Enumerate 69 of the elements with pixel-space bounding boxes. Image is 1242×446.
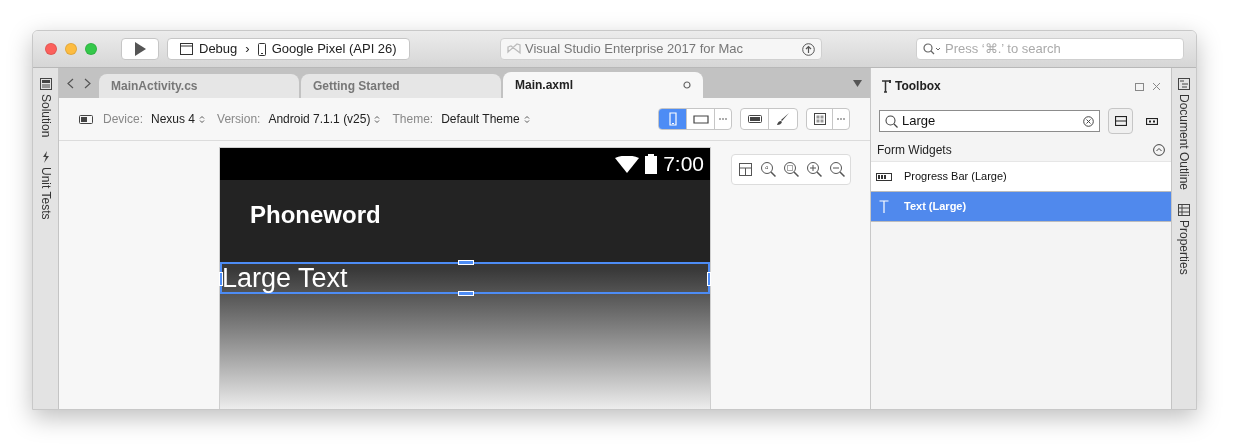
visual-studio-icon <box>507 42 521 56</box>
pad-tab[interactable]: Properties <box>1175 204 1193 275</box>
resize-handle[interactable] <box>707 272 711 286</box>
dropdown-icon[interactable] <box>853 79 862 87</box>
solution-icon <box>39 78 52 90</box>
device-label: Google Pixel (API 26) <box>271 40 397 59</box>
zoom-fit-icon[interactable] <box>759 161 777 178</box>
setting-dropdown[interactable]: Default Theme <box>441 110 530 128</box>
device-icon <box>79 114 93 124</box>
toolbox-icon <box>881 79 891 93</box>
maximize-icon[interactable] <box>1135 81 1144 91</box>
pad-tab[interactable]: Unit Tests <box>36 151 55 220</box>
setting-dropdown[interactable]: Android 7.1.1 (v25) <box>268 110 381 128</box>
stepper-icon <box>523 114 530 124</box>
outline-icon <box>1178 78 1190 90</box>
setting-label: Device: <box>103 111 143 128</box>
search-icon <box>923 43 941 55</box>
window-control-button[interactable] <box>45 43 57 55</box>
status-text: Visual Studio Enterprise 2017 for Mac <box>525 40 744 59</box>
app-title: Phoneword <box>250 200 381 230</box>
stepper-icon <box>199 114 206 124</box>
close-icon[interactable] <box>1152 81 1161 91</box>
layout-icon[interactable] <box>736 161 754 178</box>
text-icon <box>879 200 889 213</box>
zoom-in-icon[interactable] <box>805 161 823 178</box>
play-icon <box>134 42 146 56</box>
search-icon <box>885 114 898 128</box>
setting-label: Theme: <box>392 111 434 128</box>
window-icon <box>180 43 193 55</box>
search-field[interactable]: Large <box>879 110 1100 132</box>
phone-icon <box>257 42 266 56</box>
widget-icon <box>747 115 762 123</box>
battery-icon <box>645 154 658 174</box>
editor-tab[interactable]: MainActivity.cs <box>99 74 299 98</box>
progress-bar-icon <box>876 172 892 181</box>
clear-icon[interactable] <box>1082 115 1094 127</box>
resize-handle[interactable] <box>219 272 223 286</box>
list-view-icon <box>1114 116 1127 126</box>
properties-icon <box>1178 204 1190 217</box>
zoom-fill-icon[interactable] <box>782 161 800 178</box>
clock-text: 7:00 <box>663 151 704 178</box>
editor-tab[interactable]: Getting Started <box>301 74 501 98</box>
upload-icon <box>802 42 815 56</box>
toolbox-item[interactable]: Progress Bar (Large) <box>871 162 1171 192</box>
forward-icon[interactable] <box>84 77 91 89</box>
back-icon[interactable] <box>67 77 74 89</box>
landscape-icon <box>692 114 709 124</box>
stepper-icon <box>374 114 381 124</box>
text-widget[interactable]: Large Text <box>220 262 710 294</box>
zoom-out-icon[interactable] <box>828 161 846 178</box>
grid-icon <box>813 113 826 125</box>
modified-dot-icon <box>683 81 691 89</box>
pad-tab[interactable]: Document Outline <box>1175 78 1193 191</box>
pad-tab[interactable]: Solution <box>36 78 55 138</box>
resize-handle[interactable] <box>458 260 474 265</box>
run-configuration-selector[interactable]: Debug › Google Pixel (API 26) <box>167 38 410 60</box>
configuration-label: Debug <box>199 40 238 59</box>
setting-dropdown[interactable]: Nexus 4 <box>151 110 206 128</box>
editor-tab[interactable]: Main.axml <box>503 72 703 98</box>
run-button[interactable] <box>121 38 159 60</box>
wifi-icon <box>615 155 640 173</box>
brush-icon <box>776 112 790 126</box>
list-view-button[interactable] <box>1107 108 1134 134</box>
resize-handle[interactable] <box>458 291 474 296</box>
breadcrumb-separator: › <box>245 40 250 59</box>
panel-title: Toolbox <box>895 78 942 95</box>
grid-view-icon <box>1146 117 1159 125</box>
portrait-icon <box>668 112 677 126</box>
setting-label: Version: <box>217 111 261 128</box>
